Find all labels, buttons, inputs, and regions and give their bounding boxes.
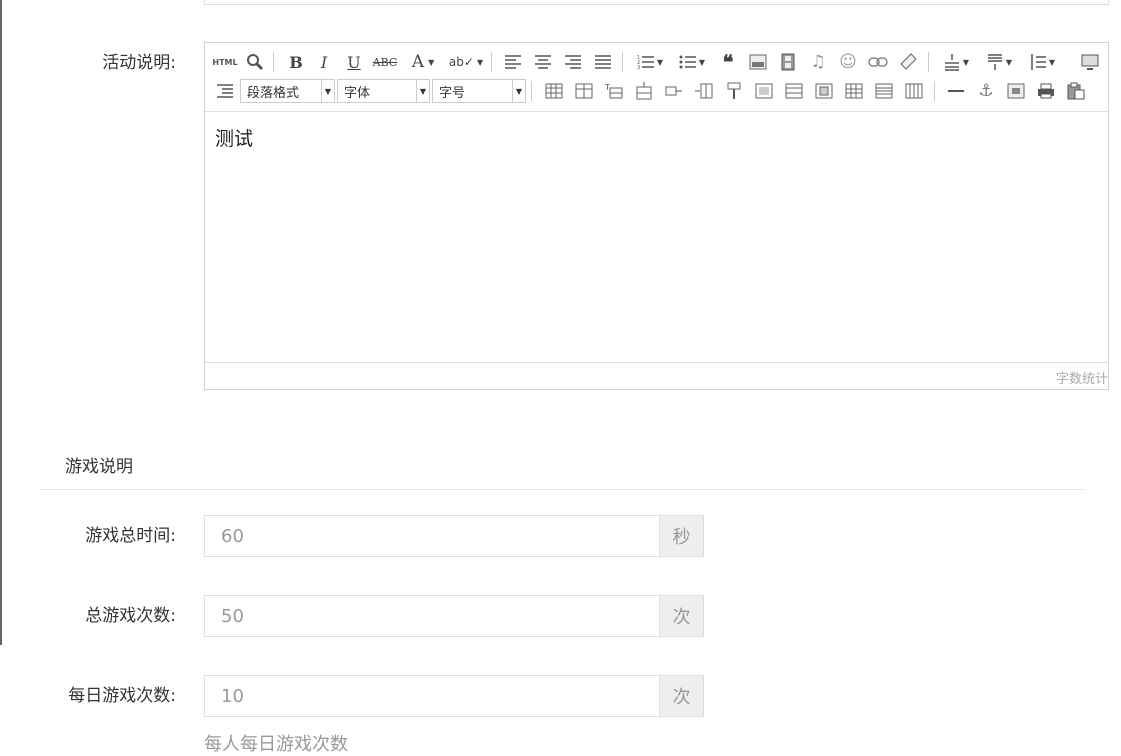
eraser-icon[interactable] (897, 52, 919, 72)
strikethrough-icon[interactable]: ABC (373, 52, 398, 72)
font-size-value: 字号 (439, 85, 466, 101)
fullscreen-icon[interactable] (1079, 52, 1101, 72)
html-source-button[interactable]: HTML (212, 52, 237, 72)
delete-column-icon[interactable] (723, 81, 745, 101)
previous-field-box (204, 0, 1109, 5)
indent-icon[interactable] (213, 81, 237, 101)
chevron-down-icon: ▼ (321, 80, 334, 102)
toolbar-separator (928, 52, 929, 72)
chevron-down-icon: ▼ (416, 80, 429, 102)
horizontal-rule-icon[interactable] (945, 81, 967, 101)
total-game-count-group: 50 次 (204, 595, 704, 637)
ordered-list-icon[interactable]: 1 2 3 ▼ (633, 52, 667, 72)
paragraph-format-select[interactable]: 段落格式 ▼ (240, 79, 335, 103)
toolbar-separator (934, 81, 935, 101)
row-spacing-bottom-icon[interactable]: ▼ (981, 52, 1017, 72)
word-count: 字数统计 (1055, 372, 1108, 387)
page-left-border (0, 0, 2, 645)
total-game-count-label: 总游戏次数: (85, 606, 176, 626)
svg-text:T: T (605, 83, 610, 92)
split-cells-icon[interactable] (843, 81, 865, 101)
daily-game-count-help: 每人每日游戏次数 (204, 734, 348, 755)
image-icon[interactable] (747, 52, 769, 72)
daily-game-count-input[interactable]: 10 (204, 675, 659, 717)
line-height-icon[interactable]: ▼ (1024, 52, 1060, 72)
game-total-time-label: 游戏总时间: (85, 526, 176, 546)
insert-column-icon[interactable] (693, 81, 715, 101)
game-total-time-input[interactable]: 60 (204, 515, 659, 557)
editor-content-area[interactable]: 测试 (205, 112, 1108, 362)
blockquote-icon[interactable]: ❝ (717, 50, 739, 74)
align-left-icon[interactable] (502, 52, 524, 72)
print-icon[interactable] (1035, 81, 1057, 101)
font-size-select[interactable]: 字号 ▼ (432, 79, 526, 103)
paragraph-format-value: 段落格式 (247, 85, 300, 101)
activity-description-label: 活动说明: (102, 53, 176, 73)
delete-row-icon[interactable] (663, 81, 685, 101)
chevron-down-icon: ▼ (512, 80, 525, 102)
row-spacing-top-icon[interactable]: ▼ (938, 52, 974, 72)
total-game-count-unit: 次 (659, 595, 704, 637)
link-icon[interactable] (867, 52, 889, 72)
split-columns-icon[interactable] (903, 81, 925, 101)
total-game-count-input[interactable]: 50 (204, 595, 659, 637)
toolbar-separator (273, 52, 274, 72)
rich-text-editor[interactable]: HTML B I U ABC A ▼ ab✓ ▼ 1 2 3 ▼ ▼ ❝ ♫ ☺… (204, 42, 1109, 390)
merge-right-icon[interactable] (783, 81, 805, 101)
merge-down-icon[interactable] (813, 81, 835, 101)
split-rows-icon[interactable] (873, 81, 895, 101)
font-family-select[interactable]: 字体 ▼ (337, 79, 430, 103)
preview-icon[interactable] (244, 52, 266, 72)
section-divider (40, 489, 1085, 490)
font-color-icon[interactable]: A ▼ (405, 52, 441, 72)
daily-game-count-group: 10 次 (204, 675, 704, 717)
highlight-color-icon[interactable]: ab✓ ▼ (448, 52, 484, 72)
daily-game-count-unit: 次 (659, 675, 704, 717)
paste-icon[interactable] (1065, 81, 1087, 101)
daily-game-count-label: 每日游戏次数: (68, 686, 176, 706)
insert-table-icon[interactable] (543, 81, 565, 101)
anchor-icon[interactable]: ⚓ (975, 81, 997, 101)
font-family-value: 字体 (344, 85, 371, 101)
merge-cells-icon[interactable] (753, 81, 775, 101)
italic-icon[interactable]: I (315, 52, 333, 72)
toolbar-separator (491, 52, 492, 72)
insert-paragraph-before-table-icon[interactable]: T (603, 81, 625, 101)
emoticon-icon[interactable]: ☺ (837, 52, 859, 72)
unordered-list-icon[interactable]: ▼ (675, 52, 709, 72)
editor-toolbar: HTML B I U ABC A ▼ ab✓ ▼ 1 2 3 ▼ ▼ ❝ ♫ ☺… (205, 43, 1108, 112)
attachment-icon[interactable] (1005, 81, 1027, 101)
music-icon[interactable]: ♫ (807, 52, 829, 72)
game-total-time-group: 60 秒 (204, 515, 704, 557)
game-section-title: 游戏说明 (65, 457, 133, 477)
align-right-icon[interactable] (562, 52, 584, 72)
editor-content-text: 测试 (215, 128, 254, 150)
insert-row-icon[interactable] (633, 81, 655, 101)
bold-icon[interactable]: B (286, 52, 306, 72)
toolbar-separator (531, 81, 532, 101)
video-icon[interactable] (777, 52, 799, 72)
align-center-icon[interactable] (532, 52, 554, 72)
underline-icon[interactable]: U (344, 52, 364, 72)
toolbar-separator (622, 52, 623, 72)
editor-status-bar: 字数统计 (205, 362, 1108, 389)
game-total-time-unit: 秒 (659, 515, 704, 557)
svg-text:3: 3 (637, 65, 640, 70)
delete-table-icon[interactable] (573, 81, 595, 101)
align-justify-icon[interactable] (592, 52, 614, 72)
